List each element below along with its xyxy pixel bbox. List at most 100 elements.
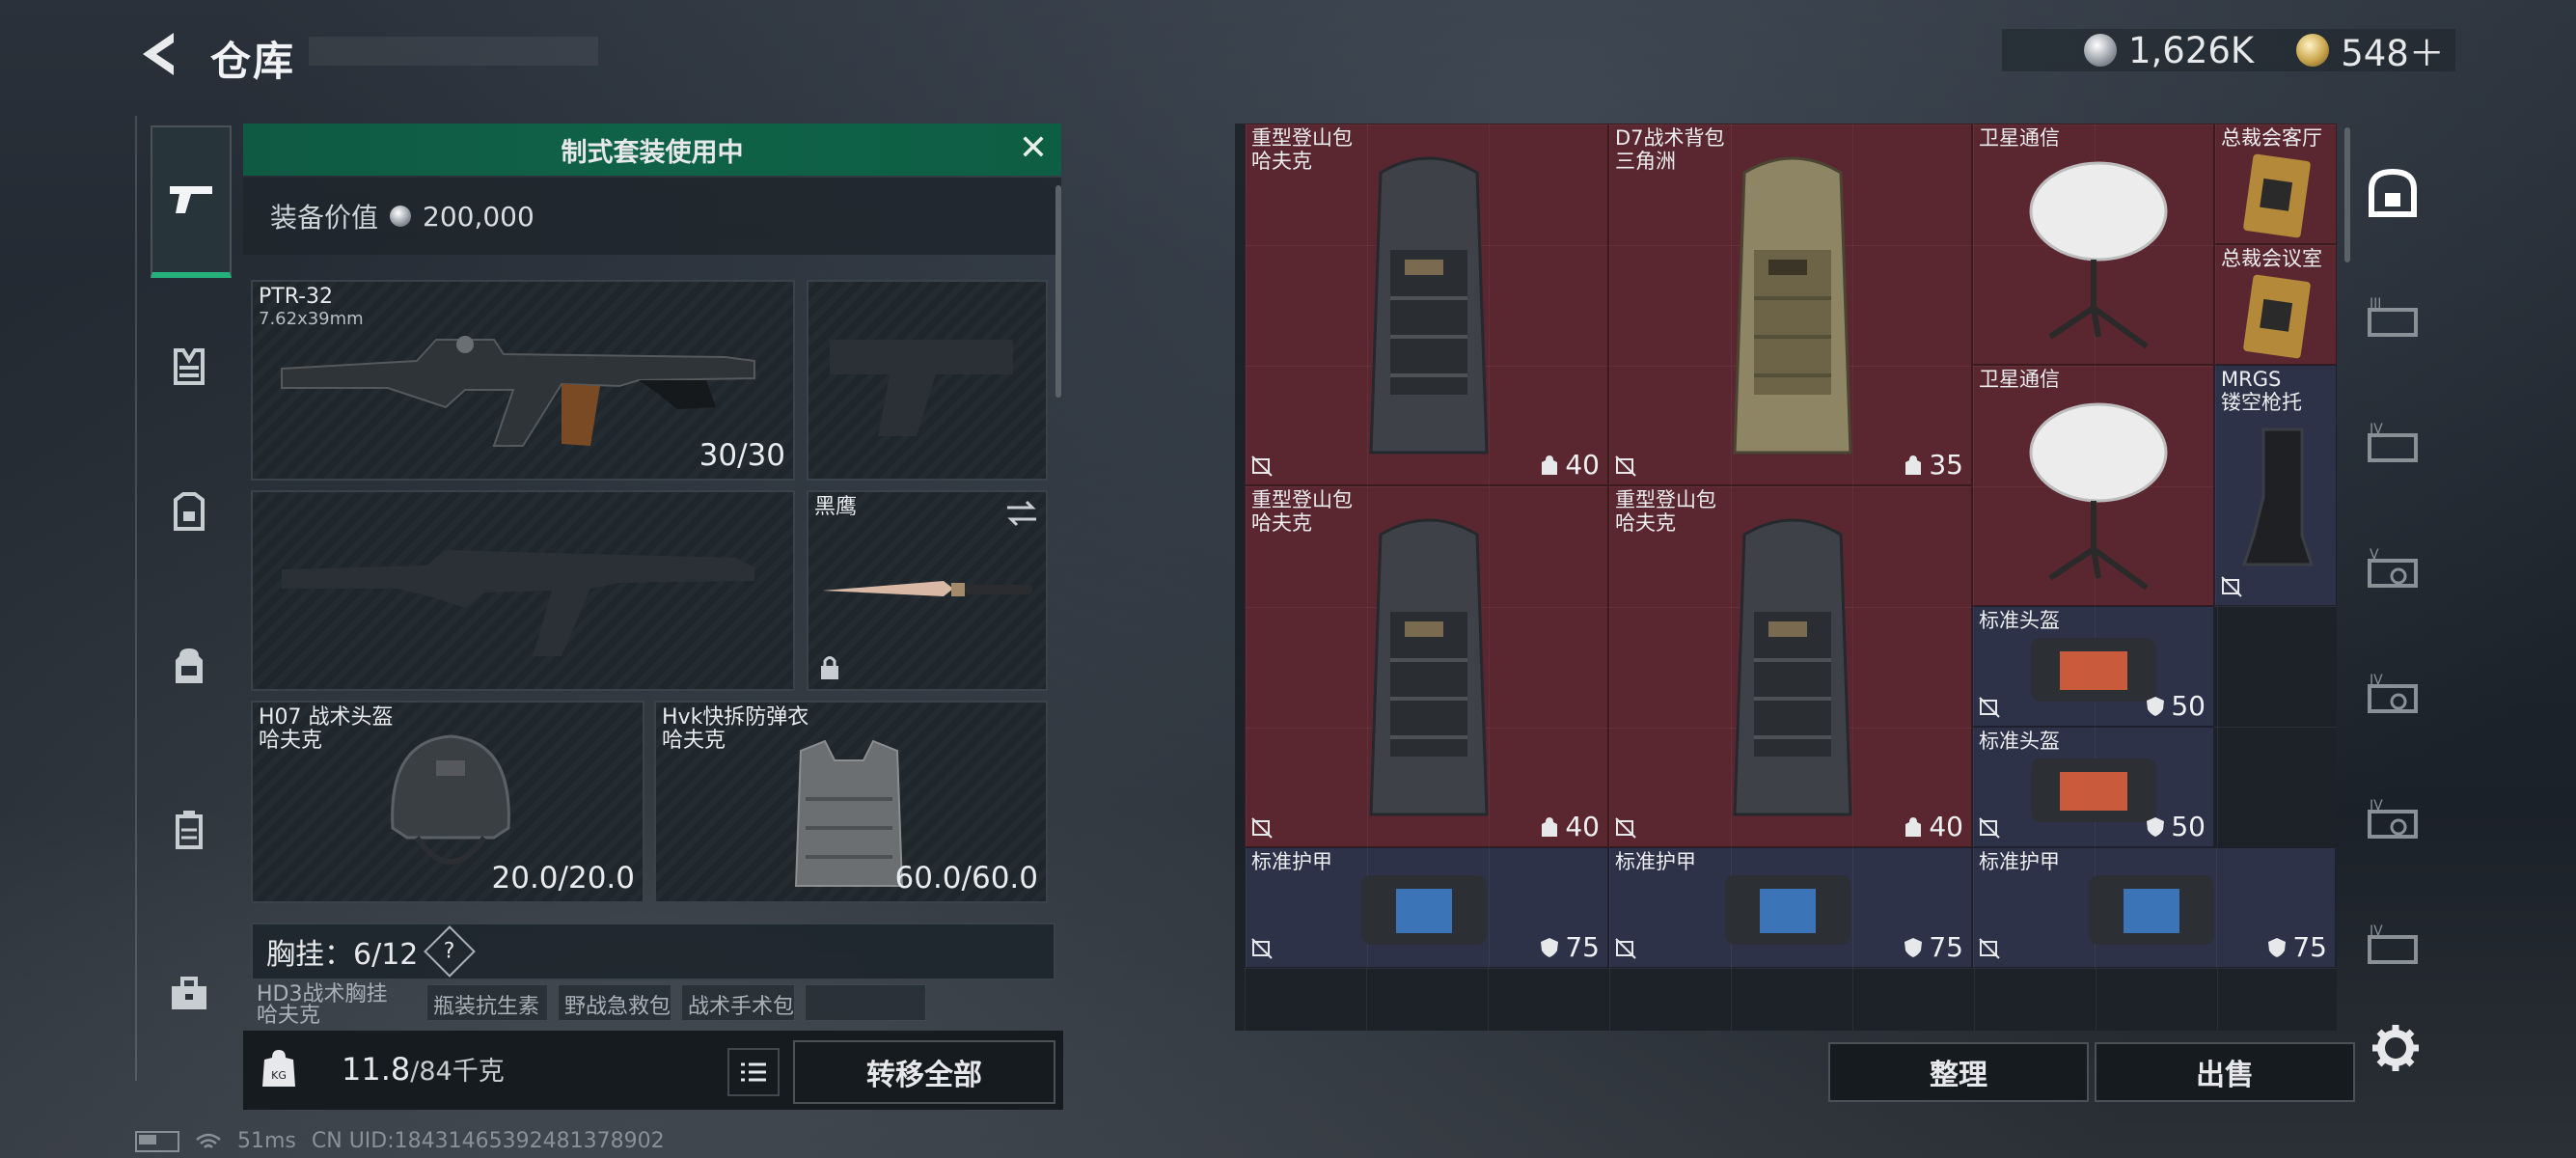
- value-amount: 200,000: [423, 200, 534, 233]
- stash-item-standard-helmet[interactable]: 标准头盔 50: [1972, 727, 2214, 847]
- sell-button[interactable]: 出售: [2095, 1042, 2355, 1102]
- help-icon[interactable]: ?: [424, 925, 477, 978]
- stash-item-standard-armor[interactable]: 标准护甲 75: [1608, 847, 1972, 968]
- item-name: 重型登山包: [1251, 488, 1353, 511]
- helmet-durability: 20.0/20.0: [491, 861, 636, 896]
- nav-armor[interactable]: [151, 473, 228, 550]
- shield-icon: [2268, 937, 2287, 957]
- close-icon[interactable]: ✕: [1015, 131, 1052, 168]
- case-tier-icon: IV: [2368, 924, 2418, 964]
- currency-bar: 1,626K 548＋: [2002, 29, 2455, 74]
- helmet-brand: 哈夫克: [259, 729, 323, 753]
- stash-item-keycard-lounge[interactable]: 总裁会客厅: [2214, 124, 2337, 244]
- pistol-slot[interactable]: [807, 280, 1048, 481]
- no-insure-icon: [2221, 576, 2242, 597]
- item-name: 重型登山包: [1251, 126, 1353, 150]
- nav-case[interactable]: [151, 791, 228, 868]
- stash-home-tab[interactable]: [2362, 162, 2424, 224]
- case-tier-icon: IV: [2368, 673, 2418, 713]
- chest-item-first-aid[interactable]: 野战急救包: [558, 984, 671, 1021]
- melee-name: 黑鹰: [814, 495, 858, 519]
- capacity-icon: [1905, 455, 1922, 475]
- battery-icon: [135, 1130, 179, 1152]
- nav-weapons[interactable]: [151, 125, 232, 278]
- stash-item-standard-armor[interactable]: 标准护甲 75: [1972, 847, 2336, 968]
- settings-button[interactable]: [2369, 1021, 2423, 1075]
- loadout-scrollbar[interactable]: [1055, 185, 1061, 398]
- item-brand: 三角洲: [1615, 150, 1676, 173]
- armor-rating: 75: [2267, 931, 2327, 963]
- no-insure-icon: [1251, 817, 1273, 839]
- stash-item-standard-armor[interactable]: 标准护甲 75: [1245, 847, 1608, 968]
- stash-page-tab[interactable]: V: [2362, 538, 2424, 600]
- list-view-button[interactable]: [727, 1048, 780, 1096]
- rifle-icon: [281, 336, 755, 447]
- svg-text:KG: KG: [271, 1069, 287, 1082]
- armor-name: Hvk快拆防弹衣: [662, 705, 809, 730]
- silver-amount: 1,626K: [2128, 29, 2255, 71]
- stash-item-satellite[interactable]: 卫星通信: [1972, 124, 2214, 365]
- no-insure-icon: [1979, 697, 2000, 718]
- stash-item-mrgs-stock[interactable]: MRGS 镂空枪托: [2214, 365, 2337, 606]
- stash-page-tab[interactable]: III: [2362, 288, 2424, 349]
- stash-item-heavy-backpack[interactable]: 重型登山包 哈夫克 40: [1245, 124, 1608, 485]
- case-icon: [176, 811, 203, 849]
- ping: 51ms: [237, 1129, 296, 1153]
- chest-rig-row[interactable]: 胸挂：6/12 ?: [251, 923, 1055, 980]
- nav-chest-rig[interactable]: [151, 328, 228, 405]
- armor-rating: 75: [1904, 931, 1963, 963]
- chest-item-surgery-kit[interactable]: 战术手术包: [681, 984, 795, 1021]
- page-title: 仓库: [210, 38, 296, 85]
- capacity: 40: [1540, 811, 1600, 842]
- gold-coin-icon: [2296, 34, 2330, 67]
- item-name: 总裁会议室: [2221, 247, 2322, 270]
- armor-rating: 75: [1540, 931, 1600, 963]
- armor-box-icon: [2089, 875, 2214, 945]
- stash-page-tab[interactable]: IV: [2362, 915, 2424, 977]
- loadout-footer: KG 11.8/84千克 转移全部: [243, 1031, 1063, 1110]
- sort-button[interactable]: 整理: [1828, 1042, 2089, 1102]
- item-name: 卫星通信: [1979, 126, 2060, 150]
- swap-icon[interactable]: [1005, 500, 1038, 527]
- case-tier-icon: V: [2368, 547, 2418, 588]
- melee-slot[interactable]: 黑鹰: [807, 490, 1048, 691]
- secondary-weapon-slot[interactable]: [251, 490, 795, 691]
- chest-rig-name: HD3战术胸挂: [257, 982, 388, 1006]
- backpack-icon: [176, 648, 203, 683]
- armor-icon: [174, 492, 205, 531]
- stash-item-heavy-backpack[interactable]: 重型登山包 哈夫克 40: [1245, 485, 1608, 847]
- nav-toolbox[interactable]: [151, 955, 228, 1033]
- weight-value: 11.8: [342, 1051, 411, 1088]
- stash-item-d7-backpack[interactable]: D7战术背包 三角洲 35: [1608, 124, 1972, 485]
- item-name: 总裁会客厅: [2221, 126, 2322, 150]
- stash-item-heavy-backpack[interactable]: 重型登山包 哈夫克 40: [1608, 485, 1972, 847]
- item-brand: 哈夫克: [1251, 511, 1312, 535]
- chest-item-empty[interactable]: [805, 984, 926, 1021]
- satellite-dish-icon: [2029, 161, 2168, 349]
- stash-item-standard-helmet[interactable]: 标准头盔 50: [1972, 606, 2214, 727]
- nav-backpack[interactable]: [151, 627, 228, 704]
- stash-home-icon: [2369, 168, 2417, 217]
- helmet-slot[interactable]: H07 战术头盔 哈夫克 20.0/20.0: [251, 701, 644, 903]
- back-button[interactable]: [135, 29, 183, 79]
- transfer-all-button[interactable]: 转移全部: [793, 1040, 1055, 1104]
- weight-readout: 11.8/84千克: [342, 1050, 505, 1088]
- stash-page-tab[interactable]: IV: [2362, 664, 2424, 726]
- armor-slot[interactable]: Hvk快拆防弹衣 哈夫克 60.0/60.0: [654, 701, 1048, 903]
- primary-weapon-slot[interactable]: PTR-32 7.62x39mm 30/30: [251, 280, 795, 481]
- stash-item-keycard-meeting[interactable]: 总裁会议室: [2214, 244, 2337, 365]
- pistol-silhouette-icon: [830, 340, 1013, 436]
- backpack-icon: [1733, 518, 1852, 816]
- ammo-count: 30/30: [699, 438, 785, 473]
- stash-grid: 重型登山包 哈夫克 40 D7战术背包 三角洲 35 卫星通信 总裁会客厅 总裁…: [1245, 124, 2337, 1031]
- chest-rig-item[interactable]: HD3战术胸挂 哈夫克: [251, 982, 421, 1027]
- stash-item-satellite[interactable]: 卫星通信: [1972, 365, 2214, 606]
- item-name: 重型登山包: [1615, 488, 1716, 511]
- armor-durability: 60.0/60.0: [894, 861, 1039, 896]
- gold-amount[interactable]: 548＋: [2341, 24, 2445, 76]
- back-arrow-icon: [143, 33, 174, 75]
- chest-item-antibiotic[interactable]: 瓶装抗生素: [426, 984, 548, 1021]
- stash-page-tab[interactable]: IV: [2362, 413, 2424, 475]
- stash-page-tab[interactable]: IV: [2362, 789, 2424, 851]
- weight-icon: KG: [262, 1050, 295, 1087]
